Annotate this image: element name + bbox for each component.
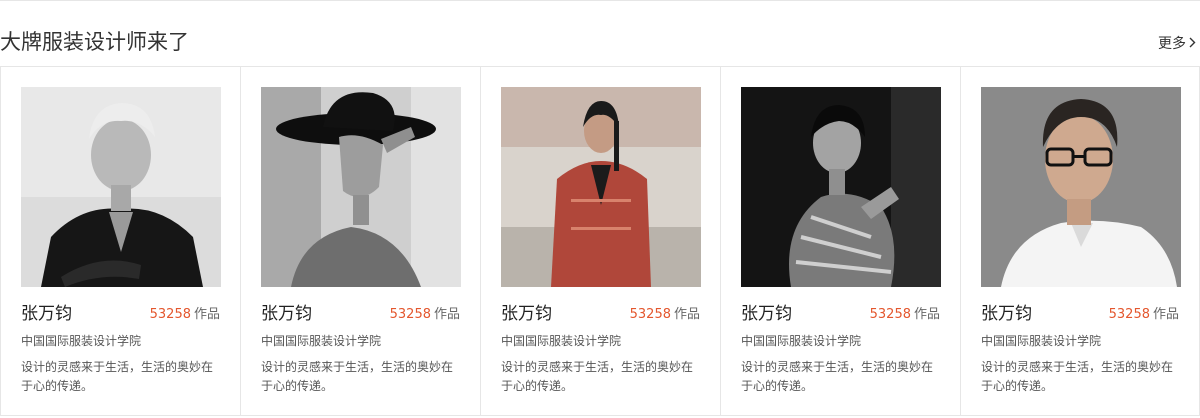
designer-list: 张万钧 53258 作品 中国国际服装设计学院 设计的灵感来于生活，生活的奥妙在于…	[0, 66, 1200, 416]
designer-school: 中国国际服装设计学院	[501, 334, 622, 348]
designer-card[interactable]: 张万钧 53258 作品 中国国际服装设计学院 设计的灵感来于生活，生活的奥妙在于…	[480, 66, 720, 416]
designer-card[interactable]: 张万钧 53258 作品 中国国际服装设计学院 设计的灵感来于生活，生活的奥妙在于…	[0, 66, 240, 416]
works-unit: 作品	[673, 307, 700, 322]
designer-photo[interactable]	[981, 87, 1181, 287]
works-count: 53258 作品	[870, 306, 940, 324]
works-number: 53258	[869, 307, 911, 322]
works-unit: 作品	[1152, 307, 1179, 322]
works-count: 53258 作品	[150, 306, 220, 324]
works-number: 53258	[1108, 307, 1150, 322]
designer-card[interactable]: 张万钧 53258 作品 中国国际服装设计学院 设计的灵感来于生活，生活的奥妙在于…	[960, 66, 1200, 416]
works-unit: 作品	[913, 307, 940, 322]
works-number: 53258	[629, 307, 671, 322]
designer-name[interactable]: 张万钧	[741, 303, 792, 325]
works-number: 53258	[149, 307, 191, 322]
works-unit: 作品	[193, 307, 220, 322]
designer-name[interactable]: 张万钧	[501, 303, 552, 325]
designer-card[interactable]: 张万钧 53258 作品 中国国际服装设计学院 设计的灵感来于生活，生活的奥妙在于…	[240, 66, 480, 416]
designer-photo[interactable]	[501, 87, 701, 287]
chevron-right-icon	[1189, 34, 1196, 54]
designer-photo[interactable]	[741, 87, 941, 287]
designer-name[interactable]: 张万钧	[981, 303, 1032, 325]
designer-school: 中国国际服装设计学院	[981, 334, 1102, 348]
designer-motto: 设计的灵感来于生活，生活的奥妙在于心的传递。	[501, 360, 694, 393]
designer-school: 中国国际服装设计学院	[261, 334, 382, 348]
designer-motto: 设计的灵感来于生活，生活的奥妙在于心的传递。	[21, 360, 214, 393]
designer-motto: 设计的灵感来于生活，生活的奥妙在于心的传递。	[981, 360, 1174, 393]
designer-name[interactable]: 张万钧	[21, 303, 72, 325]
more-label: 更多	[1158, 36, 1186, 52]
designer-photo[interactable]	[261, 87, 461, 287]
works-count: 53258 作品	[630, 306, 700, 324]
designer-school: 中国国际服装设计学院	[741, 334, 862, 348]
designer-motto: 设计的灵感来于生活，生活的奥妙在于心的传递。	[261, 360, 454, 393]
designer-motto: 设计的灵感来于生活，生活的奥妙在于心的传递。	[741, 360, 934, 393]
section-title: 大牌服装设计师来了	[0, 30, 189, 54]
section-header: 大牌服装设计师来了 更多	[0, 0, 1200, 66]
works-unit: 作品	[433, 307, 460, 322]
designer-name[interactable]: 张万钧	[261, 303, 312, 325]
works-number: 53258	[389, 307, 431, 322]
designer-photo[interactable]	[21, 87, 221, 287]
works-count: 53258 作品	[390, 306, 460, 324]
more-link[interactable]: 更多	[1158, 34, 1196, 54]
designer-school: 中国国际服装设计学院	[21, 334, 142, 348]
works-count: 53258 作品	[1109, 306, 1179, 324]
designer-card[interactable]: 张万钧 53258 作品 中国国际服装设计学院 设计的灵感来于生活，生活的奥妙在于…	[720, 66, 960, 416]
